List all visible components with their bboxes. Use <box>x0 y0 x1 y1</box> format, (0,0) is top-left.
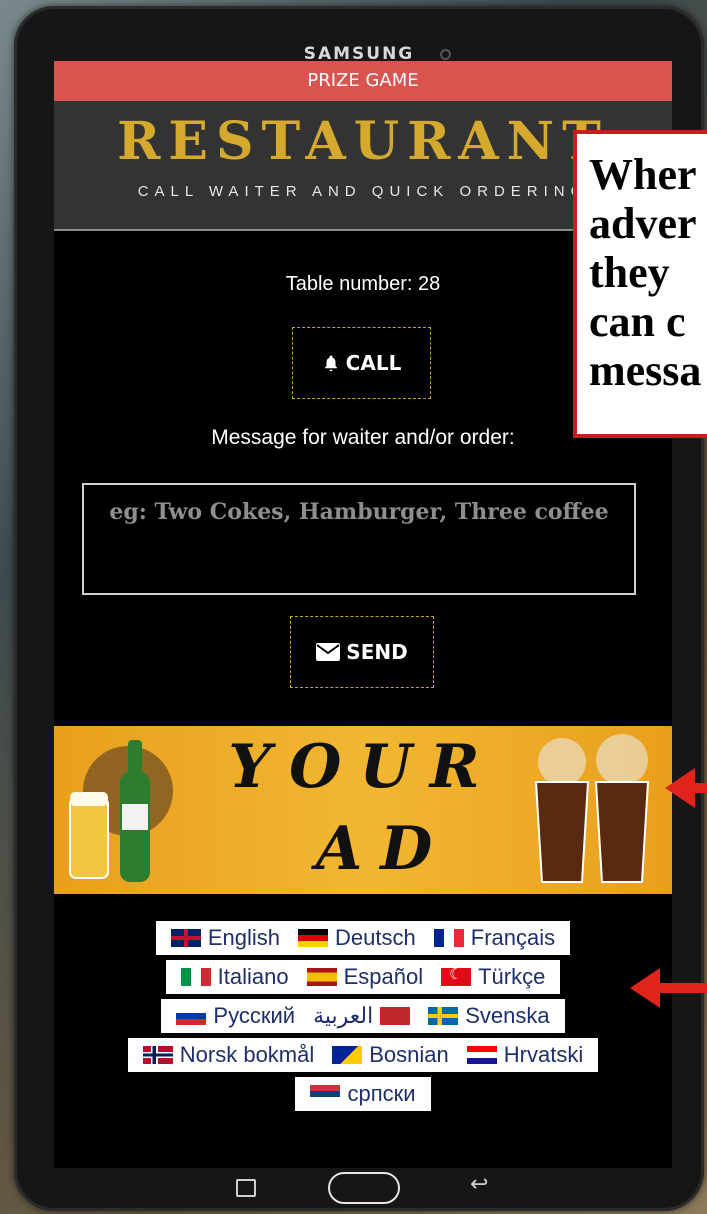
uk-flag-icon <box>170 929 201 947</box>
language-label: Deutsch <box>335 925 416 950</box>
camera-icon <box>440 49 451 60</box>
serbia-flag-icon <box>310 1085 341 1103</box>
language-bosnian[interactable]: Bosnian <box>323 1042 458 1068</box>
cola-glasses-image <box>534 734 650 883</box>
language-label: Русский <box>213 1003 296 1028</box>
language-label: српски <box>347 1081 416 1106</box>
language-italiano[interactable]: Italiano <box>172 964 298 990</box>
android-nav-bar: ↩ <box>14 1169 704 1209</box>
home-button[interactable] <box>328 1172 400 1204</box>
france-flag-icon <box>433 929 464 947</box>
recent-apps-icon[interactable] <box>236 1179 256 1197</box>
call-button-label: CALL <box>345 351 402 375</box>
language-label: Bosnian <box>369 1042 449 1067</box>
language-arabic[interactable]: العربية <box>304 1003 419 1029</box>
spain-flag-icon <box>306 968 337 986</box>
language-norsk[interactable]: Norsk bokmål <box>134 1042 323 1068</box>
language-row: Русский العربية Svenska <box>54 999 672 1033</box>
back-icon[interactable]: ↩ <box>470 1171 488 1197</box>
message-input[interactable] <box>82 483 636 595</box>
ad-banner[interactable]: YOUR AD <box>54 726 672 894</box>
callout-line: Wher <box>589 150 697 199</box>
language-label: Français <box>470 925 556 950</box>
call-button[interactable]: CALL <box>292 327 431 399</box>
language-svenska[interactable]: Svenska <box>419 1003 558 1029</box>
language-row: English Deutsch Français <box>54 921 672 955</box>
language-arrow-icon <box>630 968 707 1008</box>
callout-line: adver <box>589 199 697 248</box>
language-row: српски <box>54 1077 672 1111</box>
croatia-flag-icon <box>466 1046 497 1064</box>
language-deutsch[interactable]: Deutsch <box>289 925 425 951</box>
language-english[interactable]: English <box>162 925 289 951</box>
send-button-label: SEND <box>346 640 408 664</box>
language-francais[interactable]: Français <box>425 925 564 951</box>
callout-line: can c <box>589 297 686 346</box>
language-label: Hrvatski <box>503 1042 584 1067</box>
envelope-icon <box>316 643 341 661</box>
language-label: Italiano <box>217 964 289 989</box>
callout-line: they <box>589 248 670 297</box>
language-label: Svenska <box>465 1003 550 1028</box>
language-label: Español <box>343 964 424 989</box>
ad-arrow-icon <box>665 768 707 808</box>
language-turkce[interactable]: Türkçe <box>432 964 554 990</box>
language-serbian[interactable]: српски <box>301 1081 424 1107</box>
italy-flag-icon <box>180 968 211 986</box>
language-espanol[interactable]: Español <box>298 964 433 990</box>
annotation-callout: Wher adver they can c messa <box>573 130 707 438</box>
language-russian[interactable]: Русский <box>167 1003 304 1029</box>
turkey-flag-icon <box>441 965 472 986</box>
prize-game-banner[interactable]: PRIZE GAME <box>54 61 672 101</box>
callout-line: messa <box>589 346 702 395</box>
language-row: Italiano Español Türkçe <box>54 960 672 994</box>
language-label: Norsk bokmål <box>179 1042 315 1067</box>
russia-flag-icon <box>176 1007 207 1025</box>
bell-icon <box>324 355 337 372</box>
language-label: العربية <box>313 1003 374 1028</box>
language-row: Norsk bokmål Bosnian Hrvatski <box>54 1038 672 1072</box>
norway-flag-icon <box>142 1046 173 1064</box>
bosnia-flag-icon <box>332 1046 363 1064</box>
send-button[interactable]: SEND <box>290 616 434 688</box>
language-label: English <box>207 925 281 950</box>
language-selector: English Deutsch Français Italiano Españo… <box>54 921 672 1116</box>
language-hrvatski[interactable]: Hrvatski <box>458 1042 592 1068</box>
language-label: Türkçe <box>478 964 546 989</box>
sweden-flag-icon <box>428 1007 459 1025</box>
morocco-flag-icon <box>380 1007 411 1025</box>
germany-flag-icon <box>298 929 329 947</box>
